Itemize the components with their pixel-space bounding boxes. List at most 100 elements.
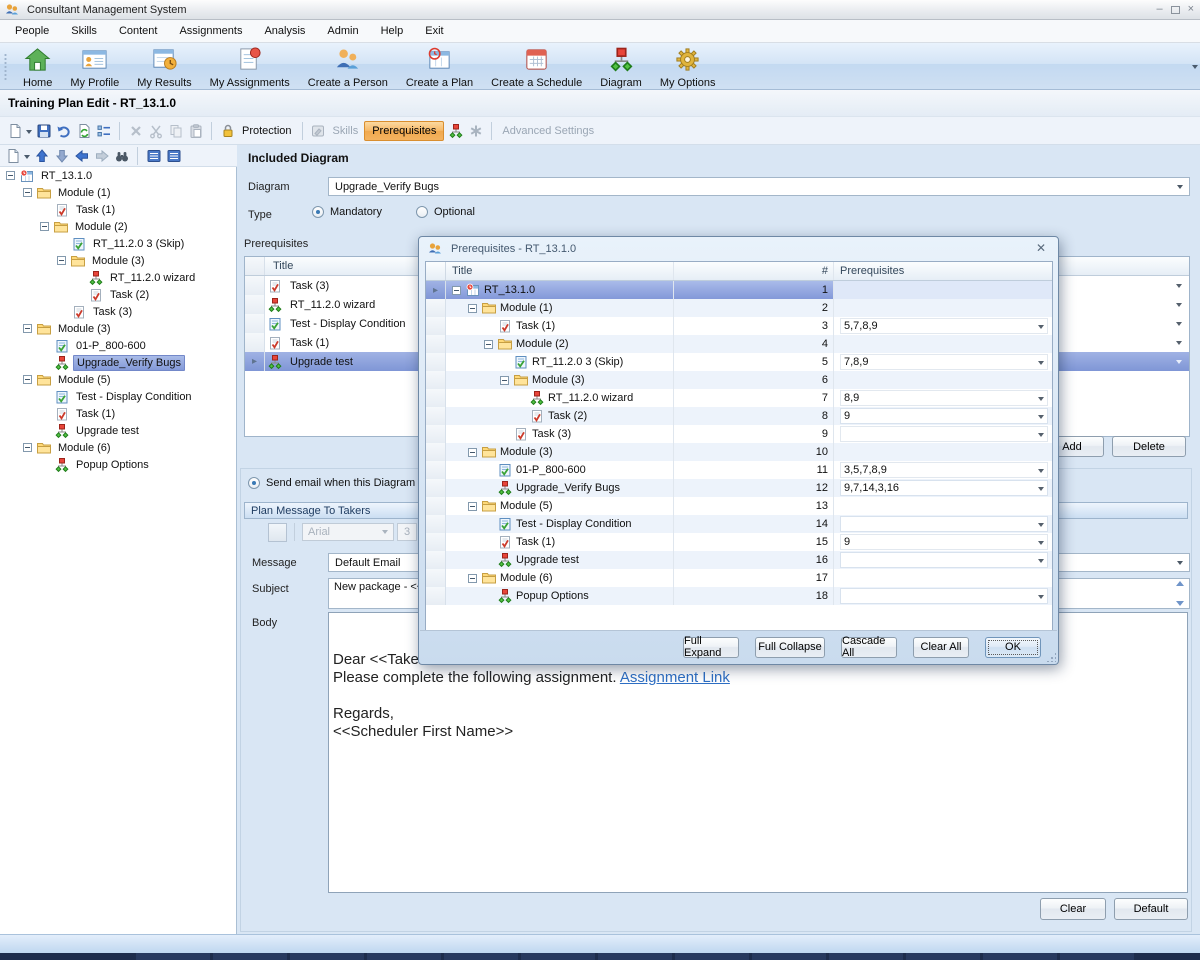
row-selector[interactable]	[426, 551, 446, 569]
move-down-icon[interactable]	[53, 147, 70, 164]
menu-item-people[interactable]: People	[4, 21, 60, 41]
row-selector[interactable]	[426, 317, 446, 335]
full-collapse-button[interactable]: Full Collapse	[755, 637, 825, 658]
dialog-row-8[interactable]: Task (2)89	[426, 407, 1052, 425]
row-prerequisites-cell[interactable]: 9	[834, 407, 1052, 425]
list-view-icon[interactable]	[145, 147, 162, 164]
protection-button[interactable]: Protection	[239, 125, 295, 137]
refresh-icon[interactable]	[75, 122, 92, 139]
row-prereq-dropdown[interactable]	[1169, 360, 1189, 364]
tree-item-popup-options[interactable]: Popup Options	[0, 456, 236, 473]
toolbar-button-my-options[interactable]: My Options	[651, 43, 725, 91]
prerequisites-dropdown[interactable]: 9	[840, 534, 1048, 550]
dialog-row-15[interactable]: Task (1)159	[426, 533, 1052, 551]
tree-item-task-1-[interactable]: Task (1)	[0, 201, 236, 218]
prerequisites-column-header[interactable]: Prerequisites	[834, 262, 1052, 280]
row-selector[interactable]	[426, 425, 446, 443]
copy-icon[interactable]	[167, 122, 184, 139]
tree-item-module-2-[interactable]: Module (2)	[0, 218, 236, 235]
row-selector[interactable]	[426, 497, 446, 515]
row-prerequisites-cell[interactable]	[834, 443, 1052, 461]
dialog-row-17[interactable]: Module (6)17	[426, 569, 1052, 587]
detail-view-icon[interactable]	[165, 147, 182, 164]
dialog-row-7[interactable]: RT_11.2.0 wizard78,9	[426, 389, 1052, 407]
row-selector[interactable]	[426, 407, 446, 425]
tree-expander[interactable]	[40, 222, 49, 231]
tree-expander[interactable]	[468, 448, 477, 457]
clear-all-button[interactable]: Clear All	[913, 637, 969, 658]
subject-scrollbar[interactable]	[1172, 581, 1187, 606]
dialog-row-1[interactable]: ▸RT_13.1.01	[426, 281, 1052, 299]
tree-new-icon[interactable]	[4, 147, 21, 164]
dialog-row-14[interactable]: Test - Display Condition14	[426, 515, 1052, 533]
menu-item-admin[interactable]: Admin	[316, 21, 369, 41]
tree-expander[interactable]	[6, 171, 15, 180]
row-prereq-dropdown[interactable]	[1169, 341, 1189, 345]
row-prerequisites-cell[interactable]	[834, 281, 1052, 299]
tree-expander[interactable]	[23, 188, 32, 197]
menu-item-analysis[interactable]: Analysis	[253, 21, 316, 41]
dialog-row-5[interactable]: RT_11.2.0 3 (Skip)57,8,9	[426, 353, 1052, 371]
full-expand-button[interactable]: Full Expand	[683, 637, 739, 658]
tree-item-rt-11-2-0-wizard[interactable]: RT_11.2.0 wizard	[0, 269, 236, 286]
paste-icon[interactable]	[187, 122, 204, 139]
row-selector[interactable]	[426, 353, 446, 371]
toolbar-button-my-assignments[interactable]: My Assignments	[201, 43, 299, 91]
row-prerequisites-cell[interactable]: 7,8,9	[834, 353, 1052, 371]
row-prereq-dropdown[interactable]	[1169, 303, 1189, 307]
row-prerequisites-cell[interactable]: 9	[834, 533, 1052, 551]
toolbar-button-my-profile[interactable]: My Profile	[61, 43, 128, 91]
radio-optional[interactable]	[416, 206, 428, 218]
toolbar-button-create-a-person[interactable]: Create a Person	[299, 43, 397, 91]
tree-expander[interactable]	[500, 376, 509, 385]
delete-icon[interactable]	[127, 122, 144, 139]
prerequisites-dropdown[interactable]: 9	[840, 408, 1048, 424]
row-prerequisites-cell[interactable]	[834, 335, 1052, 353]
menu-item-assignments[interactable]: Assignments	[168, 21, 253, 41]
row-prerequisites-cell[interactable]	[834, 569, 1052, 587]
delete-button[interactable]: Delete	[1112, 436, 1186, 457]
prerequisites-dropdown[interactable]	[840, 552, 1048, 568]
dialog-row-9[interactable]: Task (3)9	[426, 425, 1052, 443]
toolbar-button-create-a-plan[interactable]: Create a Plan	[397, 43, 482, 91]
tree-item-upgrade-test[interactable]: Upgrade test	[0, 422, 236, 439]
row-prerequisites-cell[interactable]: 9,7,14,3,16	[834, 479, 1052, 497]
tree-item-module-3-[interactable]: Module (3)	[0, 320, 236, 337]
tree-item-task-1-[interactable]: Task (1)	[0, 405, 236, 422]
dialog-row-13[interactable]: Module (5)13	[426, 497, 1052, 515]
tree-expander[interactable]	[468, 304, 477, 313]
row-selector[interactable]	[245, 276, 265, 295]
row-selector[interactable]: ▸	[426, 281, 446, 299]
dialog-row-10[interactable]: Module (3)10	[426, 443, 1052, 461]
toolbar-button-diagram[interactable]: Diagram	[591, 43, 651, 91]
tree-expander[interactable]	[468, 574, 477, 583]
tree-item-test-display-condition[interactable]: Test - Display Condition	[0, 388, 236, 405]
tree-item-module-1-[interactable]: Module (1)	[0, 184, 236, 201]
tree-item-module-6-[interactable]: Module (6)	[0, 439, 236, 456]
maximize-button[interactable]	[1171, 6, 1180, 14]
radio-mandatory[interactable]	[312, 206, 324, 218]
row-prerequisites-cell[interactable]	[834, 425, 1052, 443]
paste-icon[interactable]	[1137, 524, 1154, 541]
tree-expander[interactable]	[468, 502, 477, 511]
dialog-row-18[interactable]: Popup Options18	[426, 587, 1052, 605]
row-selector[interactable]	[426, 569, 446, 587]
dialog-row-4[interactable]: Module (2)4	[426, 335, 1052, 353]
menu-item-content[interactable]: Content	[108, 21, 169, 41]
advanced-icon[interactable]	[467, 122, 484, 139]
prerequisites-dropdown[interactable]: 9,7,14,3,16	[840, 480, 1048, 496]
tree-expander[interactable]	[484, 340, 493, 349]
ok-button[interactable]: OK	[985, 637, 1041, 658]
tree-expander[interactable]	[23, 375, 32, 384]
row-prereq-dropdown[interactable]	[1169, 322, 1189, 326]
prerequisites-dropdown[interactable]	[840, 516, 1048, 532]
clear-button[interactable]: Clear	[1040, 898, 1106, 920]
row-prerequisites-cell[interactable]	[834, 371, 1052, 389]
row-prerequisites-cell[interactable]: 5,7,8,9	[834, 317, 1052, 335]
move-right-icon[interactable]	[93, 147, 110, 164]
row-selector[interactable]	[426, 371, 446, 389]
diagram-tool-icon[interactable]	[447, 122, 464, 139]
row-selector[interactable]	[426, 479, 446, 497]
dialog-row-6[interactable]: Module (3)6	[426, 371, 1052, 389]
row-selector[interactable]	[426, 389, 446, 407]
